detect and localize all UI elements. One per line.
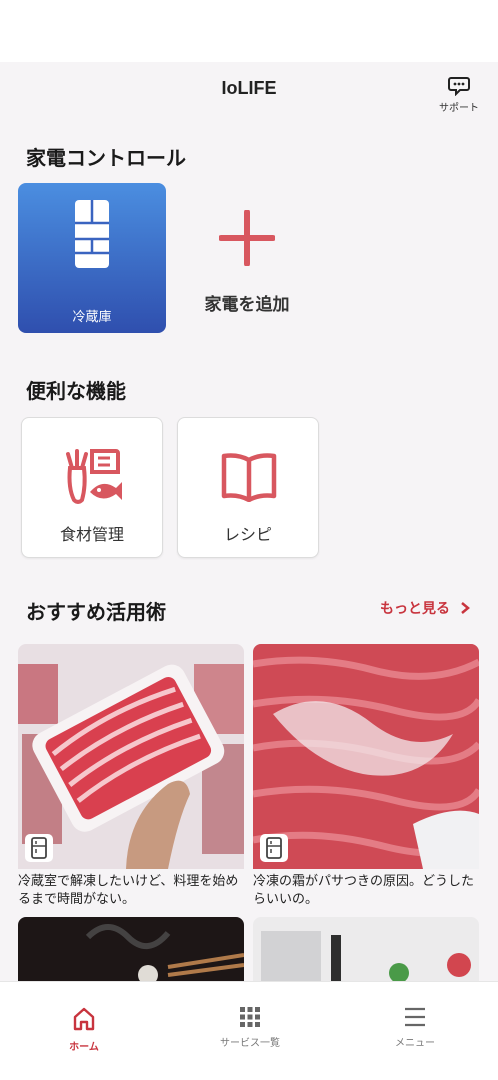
article-card-cooking[interactable] <box>18 917 244 981</box>
status-bar <box>0 0 498 62</box>
recipe-book-icon <box>221 453 277 502</box>
nav-menu[interactable]: メニュー <box>355 1006 475 1049</box>
article-caption: 冷凍の霜がパサつきの原因。どうしたらいいの。 <box>253 874 475 907</box>
article-image-dark-cooking <box>18 917 244 981</box>
add-appliance-button[interactable]: 家電を追加 <box>192 192 302 328</box>
article-card-thaw[interactable]: 冷蔵室で解凍したいけど、料理を始めるまで時間がない。 <box>18 644 244 909</box>
article-image-kitchen <box>253 917 479 981</box>
more-link[interactable]: もっと見る <box>380 598 472 618</box>
article-image-ground-meat <box>253 644 479 869</box>
article-caption: 冷蔵室で解凍したいけど、料理を始めるまで時間がない。 <box>18 874 239 907</box>
fridge-label: 冷蔵庫 <box>72 310 112 325</box>
food-management-icon <box>66 449 122 504</box>
nav-services-label: サービス一覧 <box>220 1038 280 1049</box>
nav-home-label: ホーム <box>69 1042 99 1053</box>
menu-icon <box>405 1007 425 1027</box>
fridge-badge-icon <box>25 834 53 862</box>
fridge-icon <box>75 200 109 268</box>
home-icon <box>73 1007 95 1031</box>
food-management-label: 食材管理 <box>59 525 124 544</box>
appliance-control-title: 家電コントロール <box>26 146 186 170</box>
food-management-card[interactable]: 食材管理 <box>21 417 163 558</box>
article-card-frost[interactable]: 冷凍の霜がパサつきの原因。どうしたらいいの。 <box>253 644 479 909</box>
more-link-label: もっと見る <box>380 601 450 617</box>
chevron-right-icon <box>461 602 470 614</box>
fridge-card[interactable]: 冷蔵庫 <box>18 183 166 333</box>
features-title: 便利な機能 <box>26 379 126 403</box>
nav-menu-label: メニュー <box>395 1038 435 1049</box>
fridge-badge-icon <box>260 834 288 862</box>
chat-support-icon <box>448 77 470 96</box>
recipe-label: レシピ <box>223 525 272 544</box>
nav-services[interactable]: サービス一覧 <box>190 1006 310 1049</box>
recommended-title: おすすめ活用術 <box>26 600 166 624</box>
article-image-sliced-meat <box>18 644 244 869</box>
grid-icon <box>240 1007 260 1027</box>
app-title: IoLIFE <box>221 78 277 98</box>
bottom-navigation: ホーム サービス一覧 メニュー <box>0 981 498 1080</box>
add-appliance-label: 家電を追加 <box>204 295 290 315</box>
support-label: サポート <box>439 103 479 114</box>
app-header: IoLIFE サポート <box>0 62 498 124</box>
recipe-card[interactable]: レシピ <box>177 417 319 558</box>
article-card-kitchen[interactable] <box>253 917 479 981</box>
nav-home[interactable]: ホーム <box>24 1006 144 1053</box>
plus-icon <box>219 210 275 266</box>
support-button[interactable]: サポート <box>434 76 484 122</box>
